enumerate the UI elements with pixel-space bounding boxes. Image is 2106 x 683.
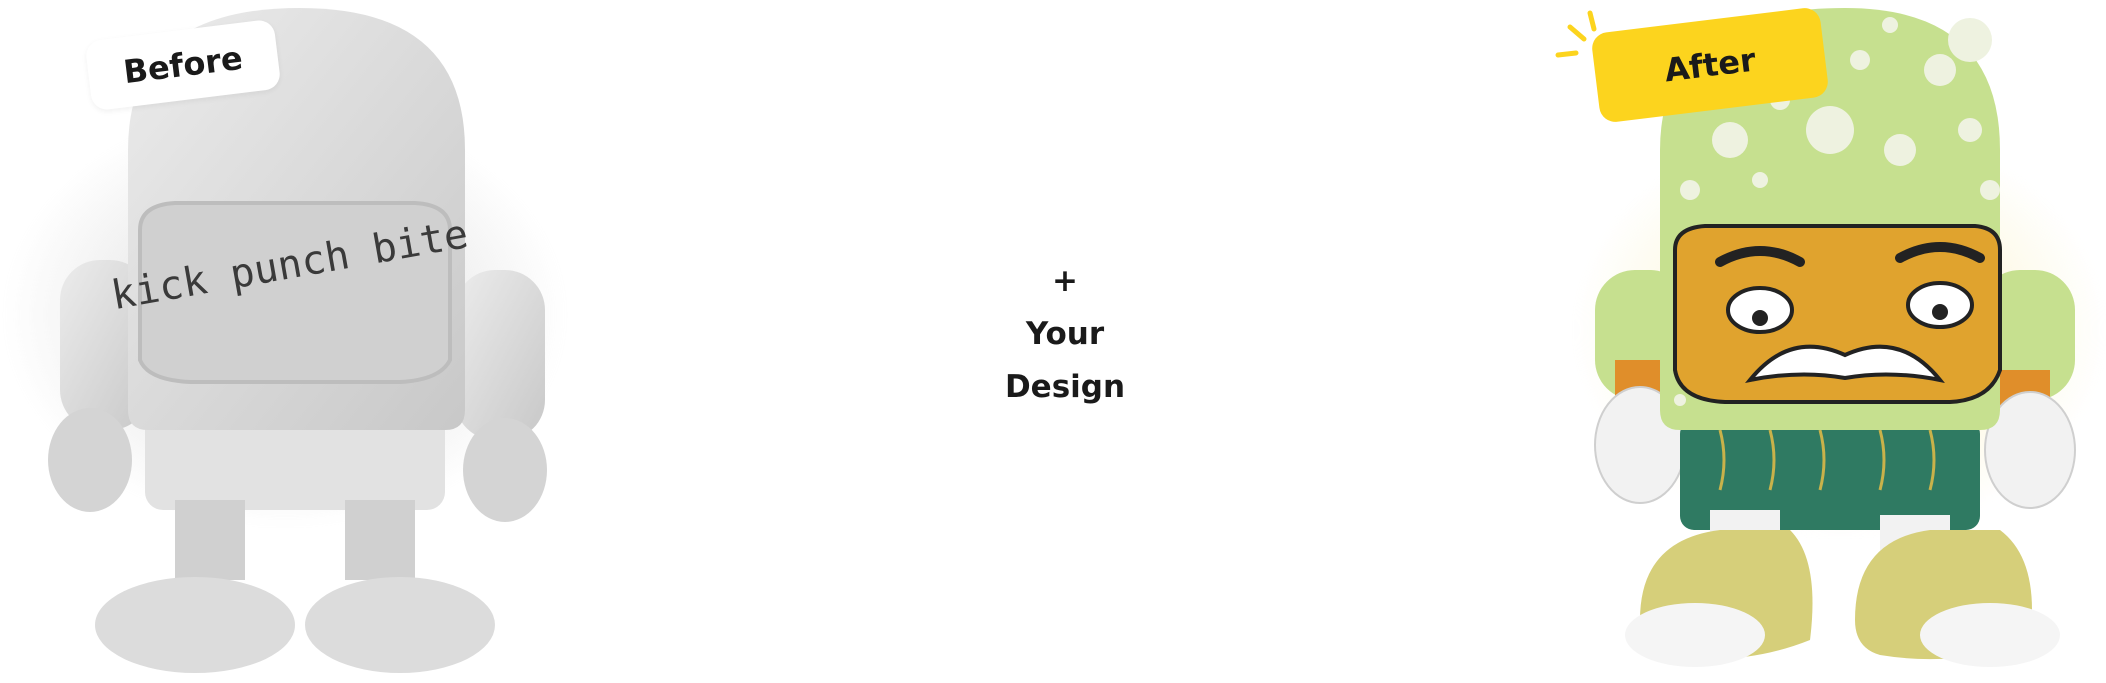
design-text: Design — [1004, 369, 1126, 405]
left-hand — [48, 408, 132, 512]
right-shoe — [305, 577, 495, 673]
plus-your-design-caption: + Your Design — [965, 255, 1165, 414]
your-text: Your — [1025, 316, 1105, 352]
right-leg — [345, 500, 415, 580]
left-leg — [175, 500, 245, 580]
right-hand — [463, 418, 547, 522]
left-shoe-toe — [1625, 603, 1765, 667]
left-shoe — [95, 577, 295, 673]
plus-sign: + — [1052, 263, 1078, 299]
right-arm — [455, 270, 545, 440]
right-shoe-toe — [1920, 603, 2060, 667]
